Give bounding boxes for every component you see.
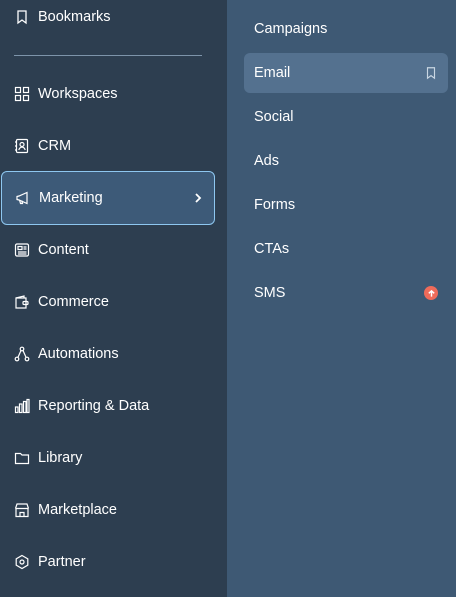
sidebar-item-label: Marketplace — [38, 502, 117, 518]
navigation-app: Bookmarks Workspaces CRM Marketing Conte… — [0, 0, 456, 597]
submenu-item-sms[interactable]: SMS — [244, 273, 448, 313]
sidebar-item-reporting[interactable]: Reporting & Data — [0, 380, 215, 432]
sidebar-item-workspaces[interactable]: Workspaces — [0, 68, 215, 120]
partner-icon — [14, 554, 30, 570]
bookmark-icon — [14, 9, 30, 25]
upgrade-icon — [424, 286, 438, 300]
marketing-submenu: Campaigns Email Social Ads Forms CTAs SM… — [227, 0, 456, 597]
sidebar-item-label: Library — [38, 450, 83, 466]
sidebar-item-label: Bookmarks — [38, 9, 111, 25]
sidebar-item-label: Commerce — [38, 294, 109, 310]
sidebar-item-crm[interactable]: CRM — [0, 120, 215, 172]
sidebar-item-label: Content — [38, 242, 89, 258]
megaphone-icon — [15, 190, 31, 206]
sidebar-divider — [14, 55, 202, 56]
wallet-icon — [14, 294, 30, 310]
sidebar-item-label: Reporting & Data — [38, 398, 150, 414]
sidebar-item-label: CRM — [38, 138, 72, 154]
sidebar-item-marketplace[interactable]: Marketplace — [0, 484, 215, 536]
submenu-item-label: CTAs — [254, 241, 290, 257]
sidebar-item-automations[interactable]: Automations — [0, 328, 215, 380]
submenu-item-label: SMS — [254, 285, 286, 301]
submenu-item-forms[interactable]: Forms — [244, 185, 448, 225]
bar-chart-icon — [14, 398, 30, 414]
submenu-item-label: Social — [254, 109, 294, 125]
content-icon — [14, 242, 30, 258]
contacts-icon — [14, 138, 30, 154]
submenu-item-ads[interactable]: Ads — [244, 141, 448, 181]
sidebar-item-label: Marketing — [39, 190, 103, 206]
submenu-item-ctas[interactable]: CTAs — [244, 229, 448, 269]
submenu-item-label: Email — [254, 65, 291, 81]
upgrade-badge — [424, 286, 438, 300]
submenu-item-label: Campaigns — [254, 21, 328, 37]
sidebar-item-content[interactable]: Content — [0, 224, 215, 276]
sidebar-item-label: Partner — [38, 554, 86, 570]
sidebar-item-library[interactable]: Library — [0, 432, 215, 484]
submenu-item-label: Ads — [254, 153, 279, 169]
submenu-item-social[interactable]: Social — [244, 97, 448, 137]
sidebar-item-marketing[interactable]: Marketing — [1, 171, 215, 225]
bookmark-icon[interactable] — [424, 66, 438, 80]
storefront-icon — [14, 502, 30, 518]
sidebar-item-bookmarks[interactable]: Bookmarks — [0, 0, 215, 34]
sidebar-item-partner[interactable]: Partner — [0, 536, 215, 588]
automation-icon — [14, 346, 30, 362]
submenu-item-email[interactable]: Email — [244, 53, 448, 93]
folder-icon — [14, 450, 30, 466]
primary-sidebar: Bookmarks Workspaces CRM Marketing Conte… — [0, 0, 227, 597]
sidebar-item-label: Workspaces — [38, 86, 118, 102]
submenu-item-label: Forms — [254, 197, 296, 213]
chevron-right-icon — [192, 192, 204, 204]
grid-icon — [14, 86, 30, 102]
sidebar-item-commerce[interactable]: Commerce — [0, 276, 215, 328]
submenu-item-campaigns[interactable]: Campaigns — [244, 9, 448, 49]
sidebar-item-label: Automations — [38, 346, 119, 362]
